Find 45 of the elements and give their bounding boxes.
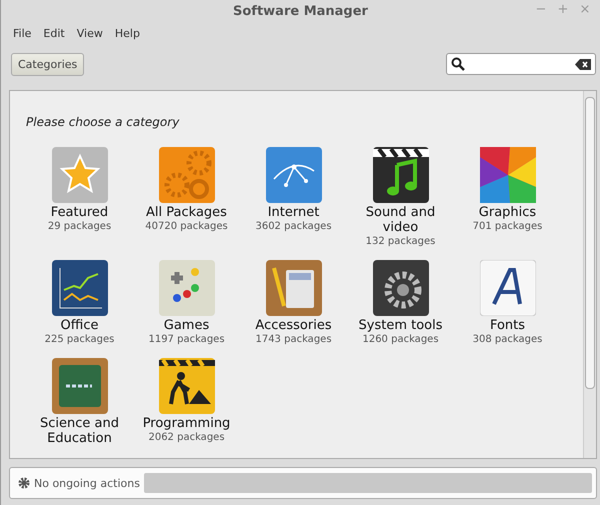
menu-item[interactable]: Help (108, 26, 146, 40)
category-name[interactable]: Fonts (458, 318, 558, 333)
search-field[interactable] (446, 53, 596, 75)
music-icon[interactable] (372, 147, 428, 203)
category-name[interactable]: Science and Education (30, 416, 130, 446)
color-wheel-icon[interactable] (480, 147, 536, 203)
worker-icon[interactable] (158, 358, 214, 414)
package-count: 701 packages (472, 220, 542, 233)
category-name[interactable]: Office (30, 318, 130, 333)
package-count: 2062 packages (148, 431, 225, 444)
scrollbar[interactable] (583, 91, 596, 458)
window-title: Software Manager (233, 4, 368, 18)
category-name[interactable]: Graphics (458, 205, 558, 220)
gamepad-icon[interactable] (158, 260, 214, 316)
menu-item[interactable]: View (70, 26, 109, 40)
status-text: No ongoing actions (34, 476, 140, 490)
package-count: 132 packages (366, 235, 436, 248)
category-name[interactable]: System tools (350, 318, 450, 333)
gear-icon (18, 477, 30, 489)
package-count: 29 packages (48, 220, 112, 233)
letter-icon[interactable] (480, 260, 536, 316)
package-count: 3602 packages (255, 220, 332, 233)
chart-icon[interactable] (52, 260, 108, 316)
calculator-icon[interactable] (266, 260, 322, 316)
clear-icon[interactable] (575, 58, 591, 70)
category-name[interactable]: Internet (244, 205, 344, 220)
package-count: 308 packages (472, 333, 542, 346)
category-name[interactable]: Sound and video (350, 205, 450, 235)
category-name[interactable]: Featured (30, 205, 130, 220)
package-count: 1197 packages (148, 333, 225, 346)
search-icon (451, 57, 465, 71)
category-name[interactable]: Accessories (244, 318, 344, 333)
package-count: 1260 packages (362, 333, 439, 346)
category-name[interactable]: Games (136, 318, 236, 333)
category-name[interactable]: Programming (136, 416, 236, 431)
heading: Please choose a category (26, 115, 180, 129)
chalkboard-icon[interactable] (52, 358, 108, 414)
package-count: 1743 packages (255, 333, 332, 346)
gear-icon[interactable] (372, 260, 428, 316)
menu-item[interactable]: Edit (37, 26, 71, 40)
package-count: 40720 packages (145, 220, 228, 233)
categories-button[interactable]: Categories (11, 52, 84, 76)
category-name[interactable]: All Packages (136, 205, 236, 220)
menu-item[interactable]: File (7, 26, 38, 40)
package-count: 225 packages (44, 333, 114, 346)
